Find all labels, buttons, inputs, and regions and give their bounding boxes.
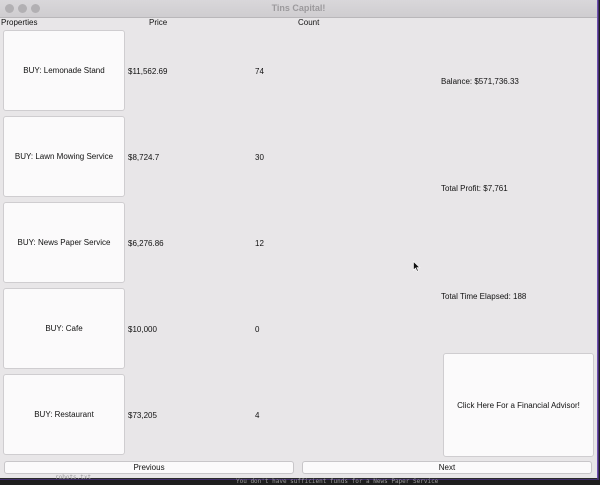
financial-advisor-button[interactable]: Click Here For a Financial Advisor!: [443, 353, 594, 457]
count-cell: 30: [255, 153, 264, 162]
count-cell: 74: [255, 67, 264, 76]
count-cell: 0: [255, 325, 260, 334]
time-elapsed-label: Total Time Elapsed: 188: [441, 292, 527, 301]
title-bar[interactable]: Tins Capital!: [0, 0, 597, 18]
buy-cafe-button[interactable]: BUY: Cafe: [3, 288, 125, 369]
previous-button[interactable]: Previous: [4, 461, 294, 474]
balance-label: Balance: $571,736.33: [441, 77, 519, 86]
window-title: Tins Capital!: [271, 3, 326, 13]
properties-header: Properties: [1, 18, 38, 27]
price-cell: $8,724.7: [128, 153, 160, 162]
total-profit-label: Total Profit: $7,761: [441, 184, 508, 193]
mouse-pointer-icon: [413, 261, 421, 272]
count-cell: 4: [255, 411, 260, 420]
app-window: Tins Capital! Properties Price Count BUY…: [0, 0, 598, 479]
count-header: Count: [298, 18, 320, 27]
buy-news-paper-service-button[interactable]: BUY: News Paper Service: [3, 202, 125, 283]
terminal-message-text: You don't have sufficient funds for a Ne…: [236, 478, 439, 485]
buy-lemonade-stand-button[interactable]: BUY: Lemonade Stand: [3, 30, 125, 111]
count-cell: 12: [255, 239, 264, 248]
next-button[interactable]: Next: [302, 461, 592, 474]
price-cell: $11,562.69: [128, 67, 168, 76]
price-cell: $10,000: [128, 325, 157, 334]
terminal-file-text: robots.txt: [55, 474, 92, 481]
price-cell: $73,205: [128, 411, 157, 420]
price-cell: $6,276.86: [128, 239, 164, 248]
buy-lawn-mowing-service-button[interactable]: BUY: Lawn Mowing Service: [3, 116, 125, 197]
buy-restaurant-button[interactable]: BUY: Restaurant: [3, 374, 125, 455]
price-header: Price: [149, 18, 168, 27]
